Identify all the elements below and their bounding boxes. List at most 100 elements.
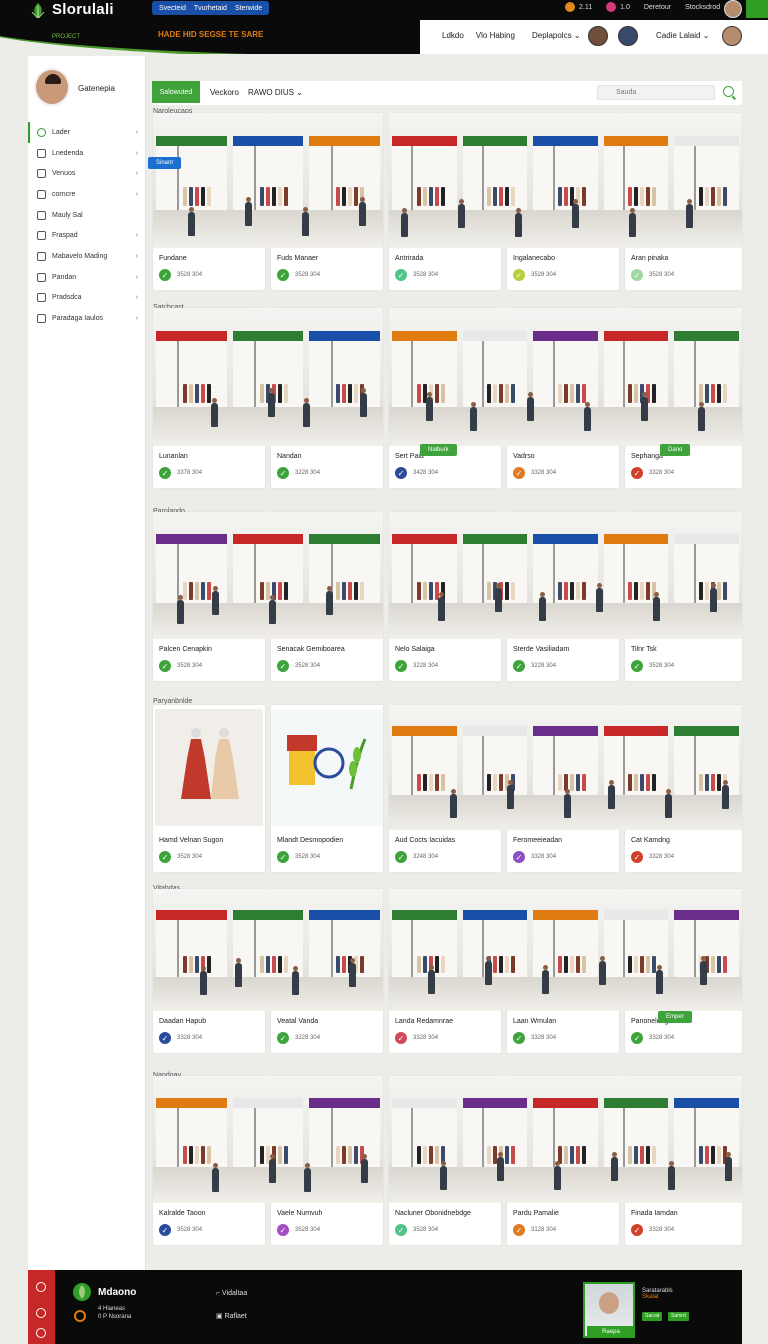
check-icon: ✓ xyxy=(159,660,171,672)
store-meta: ✓ 3528 304 xyxy=(277,1224,320,1236)
power-icon[interactable] xyxy=(36,1308,46,1318)
check-icon: ✓ xyxy=(277,851,289,863)
footer-badge[interactable]: Sacrat xyxy=(642,1312,663,1321)
store-name: Laan Wmulan xyxy=(513,1018,557,1025)
sidebar-item[interactable]: Pradsdca › xyxy=(28,288,146,309)
sidebar-item[interactable]: Fraspad › xyxy=(28,225,146,246)
store-price: 3528 304 xyxy=(177,663,203,669)
store-photo[interactable] xyxy=(389,308,742,446)
top-avatar[interactable] xyxy=(724,0,742,18)
menu-item-icon xyxy=(37,148,46,158)
sub-nav-link[interactable]: Vlo Habing xyxy=(476,31,515,40)
sidebar-nav: Lader › Lnedenda › Venuos › corncre › Mauly Sal F… xyxy=(28,122,146,329)
info-icon[interactable] xyxy=(36,1282,46,1292)
check-icon: ✓ xyxy=(395,467,407,479)
store-photo[interactable] xyxy=(389,1076,742,1203)
top-pill[interactable]: Tvurhetaid xyxy=(194,5,227,12)
check-icon: ✓ xyxy=(395,851,407,863)
sidebar-item[interactable]: Lnedenda › xyxy=(28,143,146,164)
footer-link[interactable]: ⌐ Vidaltaa xyxy=(216,1290,247,1297)
store-name: Daadan Hapub xyxy=(159,1018,207,1025)
sidebar-item[interactable]: Paradaga Iaulos › xyxy=(28,308,146,329)
photo-badge[interactable]: Emper xyxy=(658,1011,692,1023)
sidebar-item[interactable]: Pandan › xyxy=(28,267,146,288)
top-pill[interactable]: Sterwide xyxy=(235,5,262,12)
footer-logo-icon xyxy=(73,1283,91,1301)
store-photo[interactable] xyxy=(153,1076,383,1203)
store-meta: ✓ 3528 304 xyxy=(277,269,320,281)
photo-badge[interactable]: Sinanr xyxy=(148,157,182,169)
footer-link[interactable]: ▣ Raflaet xyxy=(216,1312,247,1320)
settings-icon[interactable] xyxy=(36,1328,46,1338)
avatar[interactable] xyxy=(588,26,608,46)
sidebar-item-label: corncre xyxy=(52,190,76,198)
sidebar-item[interactable]: Venuos › xyxy=(28,163,146,184)
store-photo[interactable] xyxy=(153,113,383,248)
tab-dropdown[interactable]: RAWO DIUS ⌄ xyxy=(248,88,303,97)
search-input[interactable]: Sauda xyxy=(597,85,715,100)
avatar[interactable] xyxy=(618,26,638,46)
check-icon: ✓ xyxy=(395,269,407,281)
store-meta: ✓ 3528 304 xyxy=(395,269,438,281)
user-avatar[interactable] xyxy=(722,26,742,46)
dress-icon xyxy=(181,728,239,799)
notification-stat[interactable]: 1.0 xyxy=(606,2,630,12)
store-name: Landa Redamnrae xyxy=(395,1018,453,1025)
mall-photo xyxy=(153,889,383,1011)
store-photo[interactable] xyxy=(153,308,383,446)
check-icon: ✓ xyxy=(513,660,525,672)
sidebar-item[interactable]: Mabavelo Mading › xyxy=(28,246,146,267)
chevron-right-icon: › xyxy=(135,232,138,240)
check-icon: ✓ xyxy=(513,1224,525,1236)
photo-badge[interactable]: Dano xyxy=(660,444,691,456)
coin-stat[interactable]: 2.11 xyxy=(565,2,592,12)
store-price: 3228 304 xyxy=(531,663,557,669)
store-price: 3528 304 xyxy=(413,272,439,278)
store-name: Sephanga xyxy=(631,453,663,460)
store-name: Mlandt Desmopodien xyxy=(277,837,344,844)
sub-dropdown[interactable]: Deplapolcs ⌄ xyxy=(532,31,581,40)
store-meta: ✓ 3328 304 xyxy=(631,467,674,479)
footer-badge[interactable]: Samrd xyxy=(668,1312,689,1321)
mall-photo xyxy=(389,705,742,830)
store-name: Feromeeieadan xyxy=(513,837,563,844)
store-name: Vaele Numvuh xyxy=(277,1210,323,1217)
promo-text[interactable]: HADE HID SEGSE TE SARE xyxy=(158,30,263,39)
photo-badge[interactable]: Nalburk xyxy=(420,444,457,456)
tab[interactable]: Veckoro xyxy=(210,88,239,97)
sidebar-item[interactable]: Mauly Sal xyxy=(28,205,146,226)
search-button-icon[interactable] xyxy=(723,86,734,97)
store-photo[interactable] xyxy=(389,889,742,1011)
brand-graphic[interactable] xyxy=(271,709,383,826)
chevron-down-icon: ⌄ xyxy=(573,31,581,40)
store-meta: ✓ 3228 304 xyxy=(277,1032,320,1044)
check-icon: ✓ xyxy=(631,1032,643,1044)
store-photo[interactable] xyxy=(153,512,383,639)
menu-item-icon xyxy=(37,272,46,282)
brand-name[interactable]: Slorulali xyxy=(52,1,114,18)
brand-accent xyxy=(746,0,768,18)
sidebar-item[interactable]: corncre › xyxy=(28,184,146,205)
user-dropdown[interactable]: Cadie Lalaid ⌄ xyxy=(656,31,709,40)
check-icon: ✓ xyxy=(513,269,525,281)
store-photo[interactable] xyxy=(389,512,742,639)
tab-active[interactable]: Salowuted xyxy=(152,81,200,103)
dress-photo[interactable] xyxy=(155,709,263,826)
profile-avatar[interactable] xyxy=(34,68,70,106)
footer-profile-label: Raepa xyxy=(587,1326,635,1338)
store-name: Antrirada xyxy=(395,255,424,262)
top-link[interactable]: Deretour xyxy=(644,4,671,11)
store-meta: ✓ 3328 304 xyxy=(513,467,556,479)
top-pill[interactable]: Svecteid xyxy=(159,5,186,12)
sub-nav-link[interactable]: Ldkdo xyxy=(442,31,464,40)
check-icon: ✓ xyxy=(159,269,171,281)
sidebar-item[interactable]: Lader › xyxy=(28,122,146,143)
sidebar-item-label: Paradaga Iaulos xyxy=(52,315,103,323)
store-photo[interactable] xyxy=(389,705,742,830)
store-photo[interactable] xyxy=(153,889,383,1011)
footer-brand[interactable]: Mdaono xyxy=(98,1287,136,1298)
store-meta: ✓ 3328 304 xyxy=(395,1032,438,1044)
store-photo[interactable] xyxy=(389,113,742,248)
chevron-right-icon: › xyxy=(135,294,138,302)
store-meta: ✓ 3128 304 xyxy=(513,1224,556,1236)
